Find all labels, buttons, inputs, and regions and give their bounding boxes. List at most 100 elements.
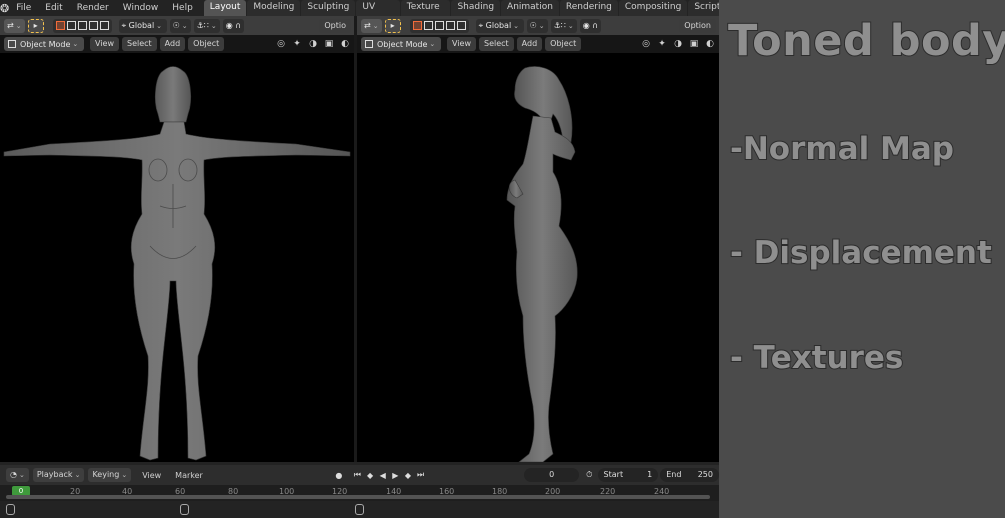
proportional-edit-icon[interactable]: ◉ ∩ [222, 18, 245, 33]
mode-label: Object Mode [20, 39, 71, 49]
shading-solid-icon[interactable]: ◐ [338, 37, 352, 51]
workspace-tabs: Layout Modeling Sculpting UV Editing Tex… [203, 0, 719, 27]
keying-menu[interactable]: Keying ⌄ [88, 468, 132, 482]
tab-animation[interactable]: Animation [501, 0, 559, 16]
record-icon[interactable]: ● [333, 468, 346, 482]
mode-dropdown[interactable]: Object Mode ⌄ [4, 37, 84, 51]
playback-label: Playback [36, 470, 73, 479]
character-front-view [3, 66, 351, 461]
tab-texture-paint[interactable]: Texture Paint [400, 0, 451, 27]
feature-displacement: - Displacement [729, 234, 993, 272]
menu-select[interactable]: Select [121, 37, 157, 51]
keying-label: Keying [92, 470, 120, 479]
xray-icon[interactable]: ▣ [322, 37, 336, 51]
transform-pivot-icon[interactable]: ⇄ ⌄ [4, 18, 25, 33]
shading-solid-icon[interactable]: ◐ [703, 37, 717, 51]
menu-view[interactable]: View [447, 37, 476, 51]
tab-rendering[interactable]: Rendering [559, 0, 618, 16]
stopwatch-icon[interactable]: ⏱ [583, 468, 596, 482]
mouse-right-icon [355, 504, 364, 515]
viewport-front[interactable]: ⇄ ⌄ ▸ ⌖ Global ⌄ ☉ ⌄ ⚓∷ ⌄ ◉ ∩ Optio Object M… [0, 16, 354, 462]
viewport-side[interactable]: ⇄ ⌄ ▸ ⌖ Global ⌄ ☉ ⌄ ⚓∷ ⌄ ◉ ∩ Option Object … [357, 16, 719, 462]
viewport-header-right: Object Mode ⌄ View Select Add Object ◎ ✦ … [357, 35, 719, 53]
visibility-icon[interactable]: ◎ [274, 37, 288, 51]
tab-uv-editing[interactable]: UV Editing [356, 0, 400, 27]
timeline-view-menu[interactable]: View [142, 471, 161, 480]
panel-title: Toned body [727, 15, 1005, 67]
end-frame-field[interactable]: End 250 [660, 468, 719, 482]
select-box-icon[interactable]: ▸ [27, 18, 44, 33]
start-value: 1 [647, 470, 653, 479]
status-bar [0, 501, 719, 518]
menu-object[interactable]: Object [188, 37, 225, 51]
menu-file[interactable]: File [9, 0, 38, 16]
tab-sculpting[interactable]: Sculpting [301, 0, 356, 16]
pivot-icon[interactable]: ☉ ⌄ [526, 18, 548, 33]
top-bar: ❂ File Edit Render Window Help Layout Mo… [0, 0, 719, 27]
menu-object[interactable]: Object [545, 37, 582, 51]
end-label: End [666, 470, 682, 479]
menu-render[interactable]: Render [70, 0, 116, 16]
xray-icon[interactable]: ▣ [687, 37, 701, 51]
overlay-icon[interactable]: ◑ [671, 37, 685, 51]
gizmo-icon[interactable]: ✦ [655, 37, 669, 51]
orientation-label: Global [485, 21, 512, 30]
menu-help[interactable]: Help [165, 0, 200, 16]
gizmo-icon[interactable]: ✦ [290, 37, 304, 51]
mouse-middle-icon [180, 504, 189, 515]
current-frame-field[interactable]: 0 [524, 468, 579, 482]
orientation-dropdown[interactable]: ⌖ Global ⌄ [475, 18, 524, 33]
select-mode-set-icon[interactable] [52, 18, 112, 33]
play-icon[interactable]: ▶ [389, 468, 402, 482]
tab-modeling[interactable]: Modeling [247, 0, 301, 16]
select-mode-set-icon[interactable] [409, 18, 469, 33]
tab-shading[interactable]: Shading [451, 0, 501, 16]
orientation-dropdown[interactable]: ⌖ Global ⌄ [118, 18, 167, 33]
visibility-icon[interactable]: ◎ [639, 37, 653, 51]
viewport-header-left: Object Mode ⌄ View Select Add Object ◎ ✦ … [0, 35, 354, 53]
jump-start-icon[interactable]: ⏮ [351, 468, 364, 482]
menu-edit[interactable]: Edit [38, 0, 69, 16]
start-label: Start [603, 470, 624, 479]
next-keyframe-icon[interactable]: ◆ [402, 468, 415, 482]
menu-view[interactable]: View [90, 37, 119, 51]
character-side-view [506, 66, 578, 462]
end-value: 250 [697, 470, 713, 479]
overlay-icon[interactable]: ◑ [306, 37, 320, 51]
tool-header-left: ⇄ ⌄ ▸ ⌖ Global ⌄ ☉ ⌄ ⚓∷ ⌄ ◉ ∩ Optio [0, 16, 354, 35]
blender-window: ❂ File Edit Render Window Help Layout Mo… [0, 0, 719, 518]
start-frame-field[interactable]: Start 1 [597, 468, 659, 482]
timeline-header: ◔ ⌄ Playback ⌄ Keying ⌄ View Marker ● ⏮ ◆ ◀… [0, 465, 719, 485]
blender-logo-icon[interactable]: ❂ [0, 0, 9, 16]
feature-textures: - Textures [729, 339, 904, 377]
menu-window[interactable]: Window [116, 0, 166, 16]
annotation-panel: Toned body -Normal Map - Displacement - … [719, 0, 1005, 518]
mouse-left-icon [6, 504, 15, 515]
editor-type-icon[interactable]: ◔ ⌄ [6, 468, 29, 482]
pivot-icon[interactable]: ☉ ⌄ [169, 18, 191, 33]
feature-normal-map: -Normal Map [729, 130, 955, 168]
tool-header-right: ⇄ ⌄ ▸ ⌖ Global ⌄ ☉ ⌄ ⚓∷ ⌄ ◉ ∩ Option [357, 16, 719, 35]
select-box-icon[interactable]: ▸ [384, 18, 401, 33]
orientation-label: Global [128, 21, 155, 30]
playback-menu[interactable]: Playback ⌄ [32, 468, 85, 482]
mode-dropdown[interactable]: Object Mode ⌄ [361, 37, 441, 51]
tab-scripting[interactable]: Scripting [688, 0, 719, 16]
timeline-scrollbar[interactable] [6, 495, 710, 499]
play-reverse-icon[interactable]: ◀ [376, 468, 389, 482]
prev-keyframe-icon[interactable]: ◆ [364, 468, 377, 482]
options-button[interactable]: Optio [319, 18, 351, 33]
timeline-marker-menu[interactable]: Marker [175, 471, 203, 480]
proportional-edit-icon[interactable]: ◉ ∩ [579, 18, 602, 33]
snap-icon[interactable]: ⚓∷ ⌄ [193, 18, 220, 33]
tab-layout[interactable]: Layout [203, 0, 247, 16]
menu-add[interactable]: Add [159, 37, 186, 51]
jump-end-icon[interactable]: ⏭ [414, 468, 427, 482]
tab-compositing[interactable]: Compositing [618, 0, 688, 16]
transform-pivot-icon[interactable]: ⇄ ⌄ [361, 18, 382, 33]
mode-label: Object Mode [377, 39, 428, 49]
menu-add[interactable]: Add [516, 37, 543, 51]
menu-select[interactable]: Select [478, 37, 514, 51]
snap-icon[interactable]: ⚓∷ ⌄ [550, 18, 577, 33]
options-button[interactable]: Option [679, 18, 716, 33]
